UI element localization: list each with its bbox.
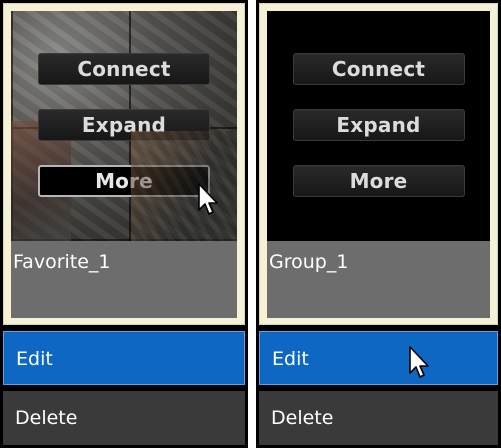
expand-button[interactable]: Expand xyxy=(292,109,465,141)
tile-label: Group_1 xyxy=(269,251,349,273)
edit-menu-item[interactable]: Edit xyxy=(259,331,498,385)
mouse-pointer-icon xyxy=(409,346,429,378)
edit-menu-item[interactable]: Edit xyxy=(3,331,245,385)
more-button[interactable]: More xyxy=(38,165,210,197)
favorite-card-body: Connect Expand More Favorite_1 xyxy=(11,11,237,318)
connect-button[interactable]: Connect xyxy=(292,53,465,85)
tile-label: Favorite_1 xyxy=(13,251,111,273)
favorite-card[interactable]: Connect Expand More Favorite_1 xyxy=(3,3,245,325)
delete-menu-item[interactable]: Delete xyxy=(3,391,245,445)
group-thumbnail: Connect Expand More xyxy=(267,11,490,241)
delete-menu-item[interactable]: Delete xyxy=(259,391,498,445)
mouse-pointer-icon xyxy=(198,183,218,215)
more-button[interactable]: More xyxy=(292,165,465,197)
group-tile[interactable]: Connect Expand More Group_1 Edit Delete xyxy=(256,0,501,448)
expand-button[interactable]: Expand xyxy=(38,109,210,141)
favorite-tile[interactable]: Connect Expand More Favorite_1 Edit Dele… xyxy=(0,0,248,448)
group-card[interactable]: Connect Expand More Group_1 xyxy=(259,3,498,325)
group-card-body: Connect Expand More Group_1 xyxy=(267,11,490,318)
connect-button[interactable]: Connect xyxy=(38,53,210,85)
